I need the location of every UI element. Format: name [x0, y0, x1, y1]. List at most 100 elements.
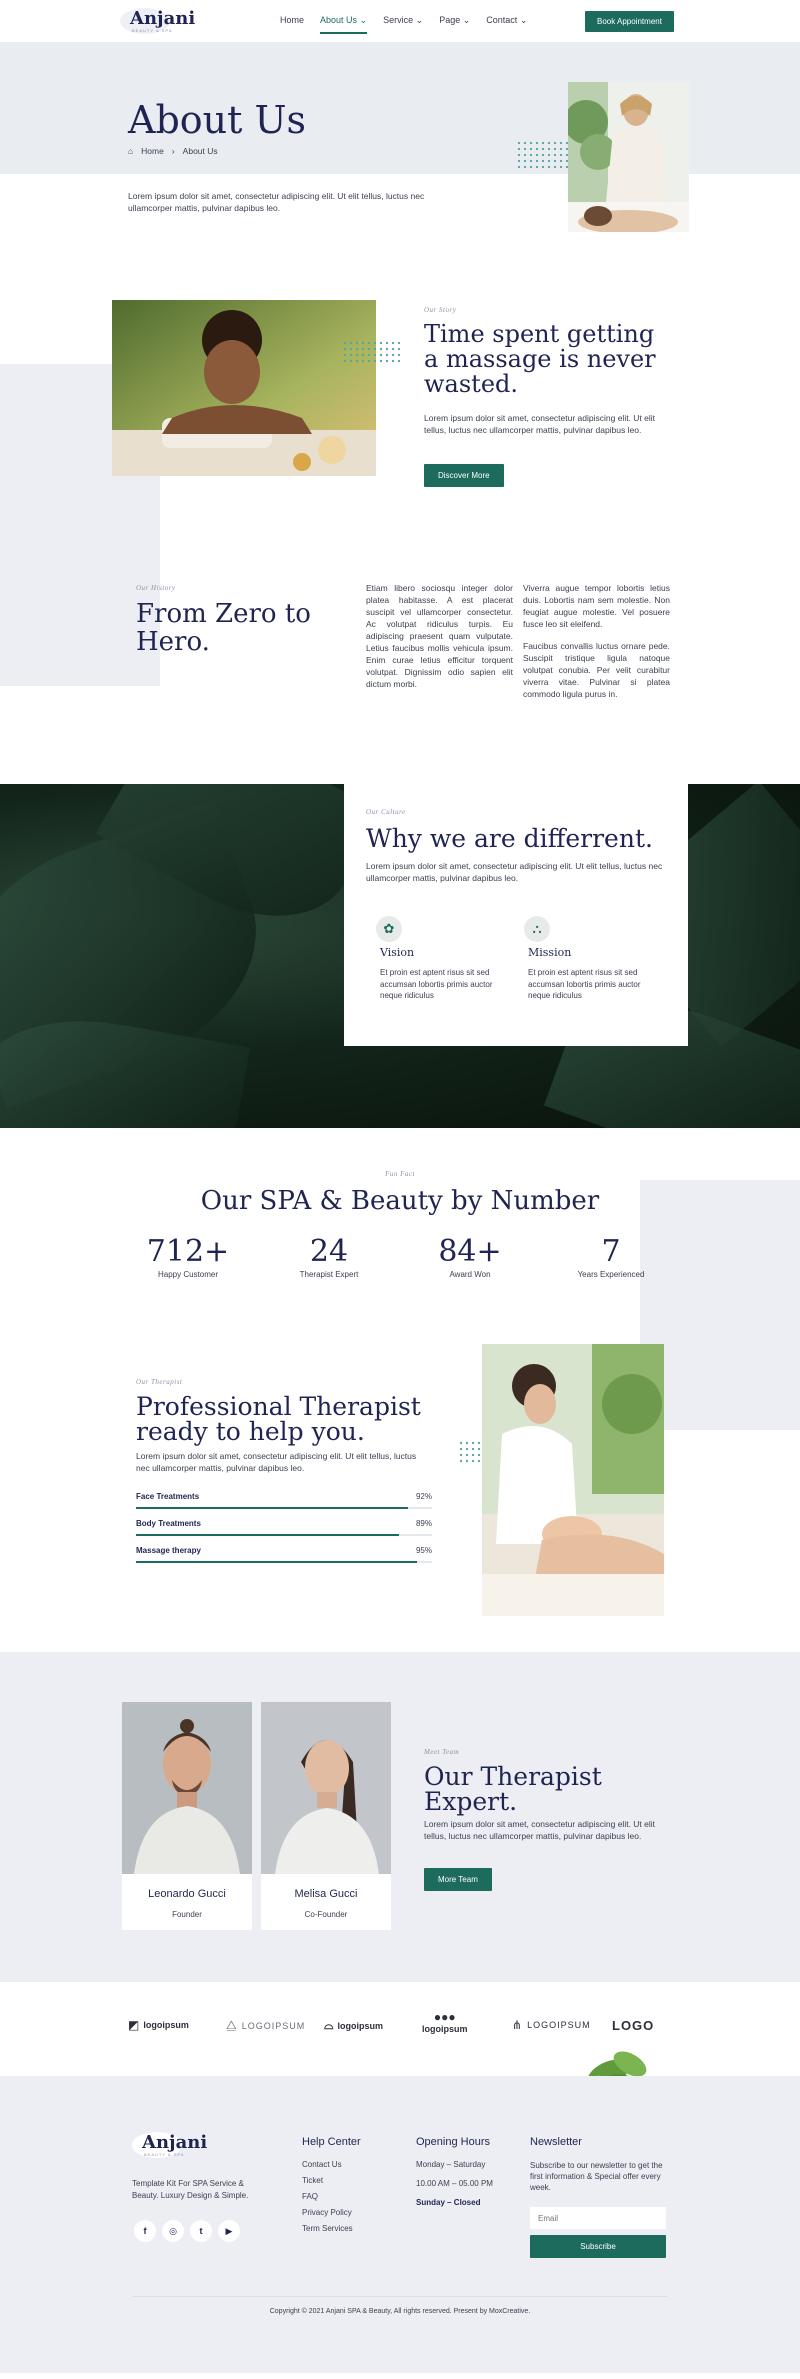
- footer-logo[interactable]: Anjani BEAUTY & SPA: [132, 2132, 207, 2158]
- partner-logo[interactable]: LOGO: [612, 2018, 654, 2033]
- team-card-leonardo[interactable]: Leonardo Gucci Founder: [122, 1702, 252, 1930]
- skill-fill: [136, 1534, 400, 1536]
- smiling-woman-photo: [112, 300, 376, 476]
- story-section: Our Story Time spent getting a massage i…: [0, 274, 800, 686]
- chevron-down-icon: ⌄: [519, 15, 528, 25]
- culture-text: Lorem ipsum dolor sit amet, consectetur …: [366, 861, 663, 883]
- culture-card: Our Culture Why we are differrent. Lorem…: [344, 784, 688, 1046]
- history-title: From Zero to Hero.: [136, 599, 311, 657]
- stat-happy-customer: 712+ Happy Customer: [146, 1234, 230, 1280]
- skills-eyebrow: Our Therapist: [136, 1378, 183, 1386]
- vision-title: Vision: [380, 946, 415, 959]
- story-title: Time spent getting a massage is never wa…: [424, 320, 656, 398]
- stat-years-experienced: 7 Years Experienced: [577, 1234, 645, 1280]
- dot-pattern: [342, 340, 402, 366]
- hero-text: Lorem ipsum dolor sit amet, consectetur …: [128, 191, 425, 213]
- help-center-title: Help Center: [302, 2136, 361, 2148]
- subscribe-button[interactable]: Subscribe: [530, 2235, 666, 2258]
- hours-time: 10.00 AM – 05.00 PM: [416, 2179, 493, 2188]
- nav-home[interactable]: Home: [280, 15, 304, 26]
- team-title: Our Therapist Expert.: [424, 1762, 602, 1816]
- skill-percent: 89%: [415, 1519, 432, 1528]
- leonardo-photo: [122, 1702, 252, 1874]
- numbers-title: Our SPA & Beauty by Number: [200, 1186, 600, 1216]
- main-nav: Home About Us ⌄ Service ⌄ Page ⌄ Contact…: [280, 15, 527, 34]
- logo-text: Anjani: [130, 8, 196, 29]
- vision-text: Et proin est aptent risus sit sed accums…: [380, 968, 493, 1000]
- hours-days: Monday – Saturday: [416, 2160, 486, 2169]
- partner-logo[interactable]: ⧋ LOGOIPSUM: [226, 2018, 305, 2033]
- newsletter-email-input[interactable]: [530, 2207, 666, 2229]
- newsletter-title: Newsletter: [530, 2136, 582, 2148]
- history-text-col2: Viverra augue tempor lobortis letius dui…: [523, 583, 670, 699]
- nav-contact[interactable]: Contact ⌄: [486, 15, 527, 26]
- skills-section: Our Therapist Professional Therapist rea…: [0, 1322, 800, 1652]
- numbers-eyebrow: Fun Fact: [385, 1170, 415, 1178]
- logo-subtitle: BEAUTY & SPA: [132, 28, 173, 33]
- nav-service[interactable]: Service ⌄: [383, 15, 423, 26]
- team-eyebrow: Meet Team: [424, 1748, 460, 1756]
- opening-hours-title: Opening Hours: [416, 2136, 490, 2148]
- footer-link-contact[interactable]: Contact Us: [302, 2160, 361, 2169]
- skill-percent: 92%: [415, 1492, 432, 1501]
- member-name: Leonardo Gucci: [148, 1888, 226, 1900]
- more-team-button[interactable]: More Team: [424, 1868, 492, 1891]
- instagram-icon[interactable]: ◎: [162, 2220, 184, 2242]
- logo-mark-icon: ⋔: [512, 2018, 524, 2032]
- site-header: Anjani BEAUTY & SPA Home About Us ⌄ Serv…: [0, 0, 800, 42]
- partner-logo[interactable]: ●●● logoipsum: [422, 2010, 468, 2034]
- member-role: Founder: [172, 1910, 202, 1919]
- site-logo[interactable]: Anjani BEAUTY & SPA: [120, 8, 195, 34]
- logo-text: Anjani: [142, 2132, 208, 2153]
- footer-link-ticket[interactable]: Ticket: [302, 2176, 361, 2185]
- melisa-photo: [261, 1702, 391, 1874]
- footer-link-faq[interactable]: FAQ: [302, 2192, 361, 2201]
- nav-page[interactable]: Page ⌄: [439, 15, 470, 26]
- footer-tagline: Template Kit For SPA Service & Beauty. L…: [132, 2179, 249, 2200]
- nav-about-us[interactable]: About Us ⌄: [320, 15, 368, 34]
- logo-mark-icon: ⧋: [226, 2018, 238, 2032]
- footer-link-terms[interactable]: Term Services: [302, 2224, 361, 2233]
- hours-closed: Sunday – Closed: [416, 2198, 481, 2207]
- hero-section: About Us ⌂ Home › About Us Lorem ipsum d…: [0, 42, 800, 274]
- chevron-right-icon: ›: [171, 146, 175, 156]
- opening-hours-column: Opening Hours Monday – Saturday 10.00 AM…: [416, 2136, 493, 2214]
- youtube-icon[interactable]: ▶: [218, 2220, 240, 2242]
- skills-text: Lorem ipsum dolor sit amet, consectetur …: [136, 1451, 417, 1473]
- facebook-icon[interactable]: f: [134, 2220, 156, 2242]
- twitter-icon[interactable]: t: [190, 2220, 212, 2242]
- footer-link-privacy[interactable]: Privacy Policy: [302, 2208, 361, 2217]
- discover-more-button[interactable]: Discover More: [424, 464, 504, 487]
- breadcrumb-home[interactable]: Home: [141, 146, 164, 156]
- skill-bar: Massage therapy 95%: [136, 1546, 432, 1563]
- skill-bar: Body Treatments 89%: [136, 1519, 432, 1536]
- skill-fill: [136, 1507, 409, 1509]
- site-footer: Anjani BEAUTY & SPA Template Kit For SPA…: [0, 2076, 800, 2373]
- logo-mark-icon: ◩: [128, 2018, 140, 2032]
- skills-title: Professional Therapist ready to help you…: [136, 1392, 421, 1446]
- team-card-melisa[interactable]: Melisa Gucci Co-Founder: [261, 1702, 391, 1930]
- chevron-down-icon: ⌄: [359, 15, 368, 25]
- newsletter-text: Subscribe to our newsletter to get the f…: [530, 2161, 663, 2192]
- logo-mark-icon: ●●●: [433, 2010, 456, 2024]
- help-center-column: Help Center Contact Us Ticket FAQ Privac…: [302, 2136, 361, 2240]
- partner-logo[interactable]: ◩ logoipsum: [128, 2018, 189, 2032]
- home-icon: ⌂: [128, 146, 134, 156]
- stat-award-won: 84+ Award Won: [438, 1234, 502, 1280]
- dot-pattern: [516, 140, 568, 168]
- logo-subtitle: BEAUTY & SPA: [144, 2152, 185, 2157]
- lotus-icon: ✿: [376, 916, 402, 942]
- story-eyebrow: Our Story: [424, 306, 457, 314]
- partner-logo[interactable]: ⌓ logoipsum: [324, 2018, 383, 2033]
- mission-feature: ⛬ Mission Et proin est aptent risus sit …: [524, 916, 658, 1002]
- page-title: About Us: [128, 98, 306, 142]
- logo-mark-icon: ⌓: [324, 2018, 334, 2032]
- member-role: Co-Founder: [304, 1910, 348, 1919]
- skill-bar: Face Treatments 92%: [136, 1492, 432, 1509]
- partner-logos: ◩ logoipsum ⧋ LOGOIPSUM ⌓ logoipsum ●●● logo…: [0, 1982, 800, 2097]
- partner-logo[interactable]: ⋔ LOGOIPSUM: [512, 2018, 591, 2032]
- team-section: Leonardo Gucci Founder Melisa Gucci Co-F…: [0, 1652, 800, 1982]
- footer-divider: [132, 2296, 668, 2297]
- book-appointment-button[interactable]: Book Appointment: [585, 11, 674, 32]
- social-links: f ◎ t ▶: [134, 2220, 240, 2242]
